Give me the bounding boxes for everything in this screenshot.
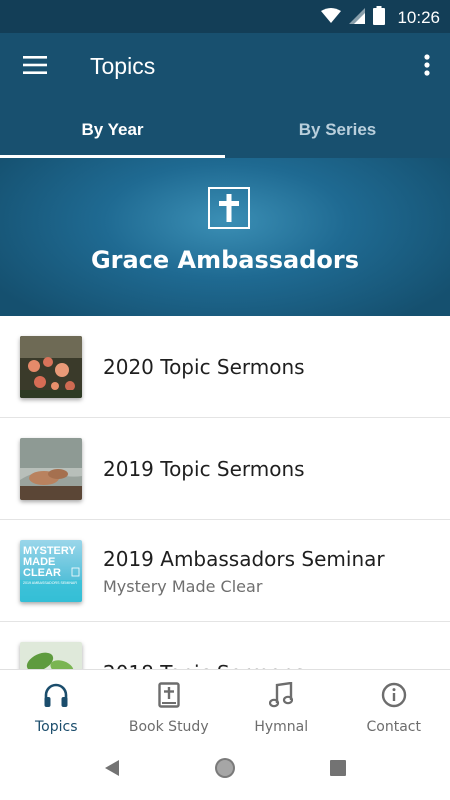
nav-label: Topics [34, 719, 78, 735]
cross-icon [208, 187, 250, 229]
nav-book-study[interactable]: Book Study [113, 670, 226, 739]
nav-topics[interactable]: Topics [0, 670, 113, 739]
list-item-text: 2019 Topic Sermons [103, 418, 305, 520]
flowers-thumbnail [20, 336, 82, 398]
status-bar: 10:26 [0, 0, 450, 33]
back-icon [103, 759, 121, 782]
bottom-navigation: Topics Book Study Hymnal Contact [0, 669, 450, 739]
nav-label: Contact [366, 719, 421, 735]
status-time: 10:26 [397, 8, 440, 27]
nav-label: Book Study [128, 719, 209, 735]
topic-list: 2020 Topic Sermons 2019 Topic Sermons MY… [0, 316, 450, 669]
nav-contact[interactable]: Contact [338, 670, 450, 739]
leaves-thumbnail [20, 642, 82, 669]
recents-icon [330, 759, 346, 781]
system-navigation-bar [0, 739, 450, 800]
signal-icon [349, 7, 366, 29]
page-title: Topics [90, 53, 156, 79]
status-icons: 10:26 [321, 6, 440, 30]
bible-icon [158, 682, 180, 713]
recents-button[interactable] [325, 757, 351, 783]
list-item-title: 2019 Ambassadors Seminar [103, 546, 385, 571]
menu-button[interactable] [14, 47, 56, 87]
list-item-text: 2020 Topic Sermons [103, 316, 305, 418]
list-item[interactable]: MYSTERY MADE CLEAR 2019 AMBASSADORS SEMI… [0, 520, 450, 622]
hands-thumbnail [20, 438, 82, 500]
app-screen: 10:26 Topics By Year By Series Grace Amb… [0, 0, 450, 800]
tab-label: By Year [81, 119, 144, 139]
home-button[interactable] [212, 757, 238, 783]
thumb-caption: 2019 AMBASSADORS SEMINAR [23, 581, 77, 585]
list-item-text: 2019 Ambassadors Seminar Mystery Made Cl… [103, 520, 385, 622]
nav-label: Hymnal [254, 719, 309, 735]
list-item-title: 2020 Topic Sermons [103, 355, 305, 379]
list-item[interactable]: 2020 Topic Sermons [0, 316, 450, 418]
battery-icon [373, 6, 386, 30]
tab-by-series[interactable]: By Series [225, 101, 450, 158]
list-item[interactable]: 2018 Topic Sermons [0, 622, 450, 669]
more-options-button[interactable] [414, 47, 440, 87]
tab-bar: By Year By Series [0, 101, 450, 158]
tab-label: By Series [298, 119, 377, 139]
app-bar: Topics [0, 33, 450, 101]
mystery-made-clear-thumbnail: MYSTERY MADE CLEAR 2019 AMBASSADORS SEMI… [20, 540, 82, 602]
back-button[interactable] [99, 757, 125, 783]
tab-by-year[interactable]: By Year [0, 101, 225, 158]
hero-title: Grace Ambassadors [90, 246, 360, 274]
list-item-subtitle: Mystery Made Clear [103, 576, 263, 596]
list-item[interactable]: 2019 Topic Sermons [0, 418, 450, 520]
home-icon [213, 756, 237, 785]
list-item-title: 2018 Topic Sermons [103, 661, 305, 669]
music-note-icon [269, 681, 294, 713]
thumb-text-line3: CLEAR [23, 567, 61, 579]
headphones-icon [43, 682, 69, 713]
wifi-icon [321, 7, 342, 29]
more-vert-icon [424, 53, 430, 81]
info-icon [381, 682, 407, 713]
menu-icon [23, 55, 47, 79]
hero-banner: Grace Ambassadors [0, 158, 450, 316]
list-item-title: 2019 Topic Sermons [103, 457, 305, 481]
nav-hymnal[interactable]: Hymnal [225, 670, 338, 739]
list-item-text: 2018 Topic Sermons [103, 622, 305, 669]
